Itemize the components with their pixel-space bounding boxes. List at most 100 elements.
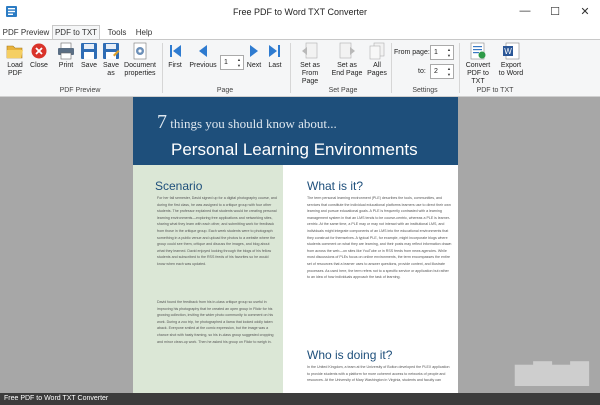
next-label: Next xyxy=(246,62,262,69)
print-label: Print xyxy=(58,62,74,69)
title-bar: Free PDF to Word TXT Converter — ☐ ✕ xyxy=(0,0,600,24)
export-label-1: Export xyxy=(500,62,522,69)
group-label-pdf-preview: PDF Preview xyxy=(59,87,101,94)
svg-text:W: W xyxy=(504,47,512,56)
to-page-input[interactable]: 2 ▲ ▼ xyxy=(430,64,454,79)
maximize-button[interactable]: ☐ xyxy=(545,2,565,20)
doc-kicker: 7 things you should know about... xyxy=(157,111,337,134)
status-text: Free PDF to Word TXT Converter xyxy=(4,395,109,402)
save-as-label-2: as xyxy=(107,70,115,77)
window-title: Free PDF to Word TXT Converter xyxy=(232,7,368,17)
page-number-input[interactable]: 1 ▲ ▼ xyxy=(220,55,244,70)
status-bar: Free PDF to Word TXT Converter xyxy=(0,393,600,405)
printer-icon xyxy=(58,42,74,60)
save-as-button[interactable]: Save as xyxy=(100,42,122,78)
group-separator xyxy=(391,43,392,93)
group-separator xyxy=(162,43,163,93)
doc-title: Personal Learning Environments xyxy=(171,140,418,159)
set-from-label-2: From Page xyxy=(301,70,319,85)
convert-label-2: PDF to TXT xyxy=(467,70,489,85)
load-label-2: PDF xyxy=(7,70,22,77)
doc-kicker-number: 7 xyxy=(157,111,167,133)
who-is-doing-it-text: In the United Kingdom, a team at the Uni… xyxy=(307,365,450,383)
from-page-label: From page: xyxy=(394,49,430,56)
set-end-page-icon xyxy=(339,42,355,59)
scenario-text: For her fall semester, David signed up f… xyxy=(157,196,277,266)
minimize-button[interactable]: — xyxy=(515,2,535,20)
close-label: Close xyxy=(30,62,48,69)
convert-icon xyxy=(470,42,486,60)
print-button[interactable]: Print xyxy=(55,42,77,70)
previous-label: Previous xyxy=(189,62,217,69)
from-page-value: 1 xyxy=(434,49,438,56)
doc-header: 7 things you should know about... Person… xyxy=(133,97,458,165)
group-separator xyxy=(290,43,291,93)
all-pages-button[interactable]: All Pages xyxy=(366,42,388,78)
group-label-page: Page xyxy=(216,87,234,94)
load-pdf-button[interactable]: Load PDF xyxy=(4,42,26,78)
spin-arrows-icon[interactable]: ▲ ▼ xyxy=(237,57,242,69)
all-pages-label-2: Pages xyxy=(367,70,387,77)
ribbon-tabs: PDF Preview PDF to TXT Tools Help xyxy=(0,24,600,39)
folder-open-icon xyxy=(6,45,23,59)
page-number-value: 1 xyxy=(224,59,228,66)
document-properties-button[interactable]: Document properties xyxy=(123,42,157,78)
set-from-label-1: Set as xyxy=(300,62,320,69)
scenario-text-2: David found the feedback from his in-cla… xyxy=(157,300,274,344)
export-label-2: to Word xyxy=(498,70,524,77)
last-label: Last xyxy=(268,62,282,69)
spin-arrows-icon[interactable]: ▲ ▼ xyxy=(447,47,452,59)
save-as-icon xyxy=(103,43,120,59)
set-end-label-1: Set as xyxy=(337,62,357,69)
close-window-button[interactable]: ✕ xyxy=(575,2,595,20)
doc-props-label-1: Document xyxy=(124,62,156,69)
group-label-set-page: Set Page xyxy=(328,87,358,94)
group-label-pdf-to-txt: PDF to TXT xyxy=(476,87,514,94)
next-page-icon xyxy=(250,45,258,57)
export-to-word-button[interactable]: W Export to Word xyxy=(496,42,526,78)
close-red-icon xyxy=(31,43,47,59)
from-page-input[interactable]: 1 ▲ ▼ xyxy=(430,45,454,60)
set-from-page-icon xyxy=(302,42,318,59)
what-is-it-text: The term personal learning environment (… xyxy=(307,196,452,280)
spin-arrows-icon[interactable]: ▲ ▼ xyxy=(447,66,452,78)
doc-props-label-2: properties xyxy=(124,70,156,77)
save-label: Save xyxy=(81,62,97,69)
to-page-label: to: xyxy=(418,68,426,75)
tab-tools[interactable]: Tools xyxy=(103,25,131,39)
tab-pdf-to-txt[interactable]: PDF to TXT xyxy=(52,25,100,39)
last-page-button[interactable]: Last xyxy=(266,42,284,70)
previous-page-icon xyxy=(199,45,207,57)
save-button[interactable]: Save xyxy=(78,42,100,70)
all-pages-icon xyxy=(369,42,385,60)
document-properties-icon xyxy=(133,42,147,60)
to-page-value: 2 xyxy=(434,68,438,75)
first-page-icon xyxy=(170,45,181,57)
convert-label-1: Convert xyxy=(465,62,491,69)
word-icon: W xyxy=(503,42,520,60)
set-end-page-button[interactable]: Set as End Page xyxy=(330,42,364,78)
scenario-heading: Scenario xyxy=(155,179,203,193)
next-page-button[interactable]: Next xyxy=(245,42,263,70)
who-is-doing-it-heading: Who is doing it? xyxy=(307,348,393,362)
svg-text:▆▇▆▇: ▆▇▆▇ xyxy=(514,358,589,386)
tab-help[interactable]: Help xyxy=(133,25,155,39)
load-label-1: Load xyxy=(7,62,23,69)
first-label: First xyxy=(168,62,182,69)
tab-pdf-preview[interactable]: PDF Preview xyxy=(2,25,50,39)
close-pdf-button[interactable]: Close xyxy=(28,42,50,70)
set-end-label-2: End Page xyxy=(331,70,363,77)
save-as-label-1: Save xyxy=(103,62,119,69)
convert-pdf-to-txt-button[interactable]: Convert PDF to TXT xyxy=(460,42,496,86)
pdf-viewer[interactable]: 7 things you should know about... Person… xyxy=(0,97,600,393)
ribbon: Load PDF Close Print Save Save as Docume… xyxy=(0,39,600,97)
pdf-page: 7 things you should know about... Person… xyxy=(133,97,458,393)
set-from-page-button[interactable]: Set as From Page xyxy=(293,42,327,86)
content-column: What is it? The term personal learning e… xyxy=(283,165,458,393)
first-page-button[interactable]: First xyxy=(166,42,184,70)
last-page-icon xyxy=(269,45,280,57)
all-pages-label-1: All xyxy=(373,62,381,69)
group-label-settings: Settings xyxy=(412,87,438,94)
doc-kicker-text: things you should know about... xyxy=(170,116,337,131)
previous-page-button[interactable]: Previous xyxy=(189,42,217,70)
